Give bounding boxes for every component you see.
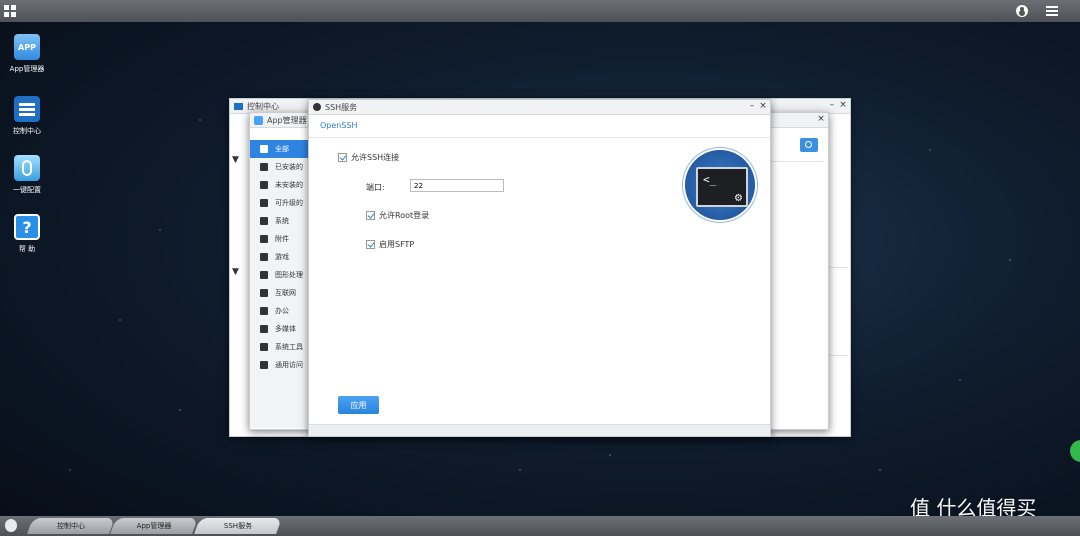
desktop-icon-label: 控制中心	[13, 127, 41, 135]
minimize-button[interactable]: –	[748, 102, 756, 111]
taskbar-tab-app-manager[interactable]: App管理器	[110, 518, 198, 534]
tab-bar: OpenSSH	[309, 115, 770, 138]
sidebar-item-system[interactable]: 系统	[250, 212, 308, 230]
sidebar-item-upgradable[interactable]: 可升级的	[250, 194, 308, 212]
window-title: 控制中心	[247, 101, 279, 111]
taskbar-tab-control-center[interactable]: 控制中心	[27, 518, 115, 534]
attachment-icon	[260, 235, 268, 243]
desktop-icon-app-manager[interactable]: APP App管理器	[1, 34, 53, 74]
sidebar-item-graphics[interactable]: 图形处理	[250, 266, 308, 284]
user-icon[interactable]	[1016, 5, 1028, 17]
status-bar	[309, 424, 770, 436]
globe-icon	[260, 289, 268, 297]
ssh-service-window[interactable]: SSH服务 – × OpenSSH 允许SSH连接 端口: 允许Root登录 启…	[308, 99, 771, 437]
allow-root-option[interactable]: 允许Root登录	[366, 210, 429, 221]
enable-sftp-checkbox[interactable]	[366, 240, 375, 249]
grid-icon	[260, 145, 268, 153]
top-bar	[0, 0, 1080, 22]
taskbar-tab-ssh-service[interactable]: SSH服务	[194, 518, 282, 534]
gamepad-icon	[260, 253, 268, 261]
desktop-icon-label: App管理器	[9, 65, 45, 73]
divider	[770, 161, 824, 162]
desktop-icon-help[interactable]: ? 帮 助	[1, 214, 53, 254]
app-manager-icon: APP	[14, 34, 40, 60]
sidebar-item-accessibility[interactable]: 通用访问	[250, 356, 308, 374]
control-center-icon	[14, 96, 40, 122]
terminal-settings-icon: <_ ⚙	[685, 150, 755, 220]
sidebar-item-attachment[interactable]: 附件	[250, 230, 308, 248]
allow-ssh-checkbox[interactable]	[338, 153, 347, 162]
menu-list-icon[interactable]	[1046, 6, 1058, 16]
desktop-icon-one-click-config[interactable]: 一键配置	[1, 155, 53, 195]
port-label: 端口:	[366, 183, 385, 192]
app-launcher-icon[interactable]	[4, 5, 16, 17]
apply-button[interactable]: 应用	[338, 396, 379, 414]
sidebar-item-not-installed[interactable]: 未安装的	[250, 176, 308, 194]
ssh-icon	[313, 103, 321, 111]
briefcase-icon	[260, 307, 268, 315]
allow-ssh-option[interactable]: 允许SSH连接	[338, 152, 399, 163]
search-button[interactable]	[800, 138, 818, 152]
not-installed-icon	[260, 181, 268, 189]
window-title: SSH服务	[325, 102, 358, 112]
ssh-titlebar[interactable]: SSH服务	[309, 100, 770, 115]
sidebar-item-all[interactable]: 全部	[250, 140, 308, 158]
sidebar-item-installed[interactable]: 已安装的	[250, 158, 308, 176]
tab-openssh[interactable]: OpenSSH	[320, 121, 358, 130]
enable-sftp-option[interactable]: 启用SFTP	[366, 239, 414, 250]
gear-icon	[260, 343, 268, 351]
upgradable-icon	[260, 199, 268, 207]
terminal-prompt: <_	[703, 173, 717, 186]
allow-ssh-label: 允许SSH连接	[351, 153, 400, 162]
sidebar-item-multimedia[interactable]: 多媒体	[250, 320, 308, 338]
search-icon	[805, 141, 812, 148]
control-center-icon	[234, 102, 243, 110]
enable-sftp-label: 启用SFTP	[379, 240, 415, 249]
close-button[interactable]: ×	[817, 115, 825, 124]
media-icon	[260, 325, 268, 333]
window-title: App管理器	[267, 115, 307, 125]
windows-icon	[260, 217, 268, 225]
sidebar-item-internet[interactable]: 互联网	[250, 284, 308, 302]
installed-icon	[260, 163, 268, 171]
app-manager-icon	[254, 115, 263, 125]
image-icon	[260, 271, 268, 279]
collapse-arrow-icon[interactable]: ▼	[232, 267, 239, 277]
close-button[interactable]: ×	[839, 101, 847, 110]
desktop-icon-label: 一键配置	[13, 186, 41, 194]
start-button-icon[interactable]	[5, 519, 17, 532]
taskbar: 控制中心 App管理器 SSH服务	[0, 516, 1080, 536]
gear-icon: ⚙	[734, 193, 743, 204]
port-input[interactable]	[410, 179, 504, 192]
collapse-arrow-icon[interactable]: ▼	[232, 155, 239, 165]
allow-root-label: 允许Root登录	[379, 211, 430, 220]
minimize-button[interactable]: –	[828, 101, 836, 110]
help-icon: ?	[14, 214, 40, 240]
sidebar-item-office[interactable]: 办公	[250, 302, 308, 320]
person-icon	[260, 361, 268, 369]
floating-assistant-button[interactable]	[1070, 440, 1080, 462]
sidebar-item-system-tools[interactable]: 系统工具	[250, 338, 308, 356]
desktop-icon-control-center[interactable]: 控制中心	[1, 96, 53, 136]
close-button[interactable]: ×	[759, 102, 767, 111]
one-click-config-icon	[14, 155, 40, 181]
category-sidebar: 全部 已安装的 未安装的 可升级的 系统 附件 游戏 图形处理 互联网 办公 多…	[250, 140, 309, 428]
sidebar-item-games[interactable]: 游戏	[250, 248, 308, 266]
allow-root-checkbox[interactable]	[366, 211, 375, 220]
desktop-icon-label: 帮 助	[18, 245, 36, 253]
